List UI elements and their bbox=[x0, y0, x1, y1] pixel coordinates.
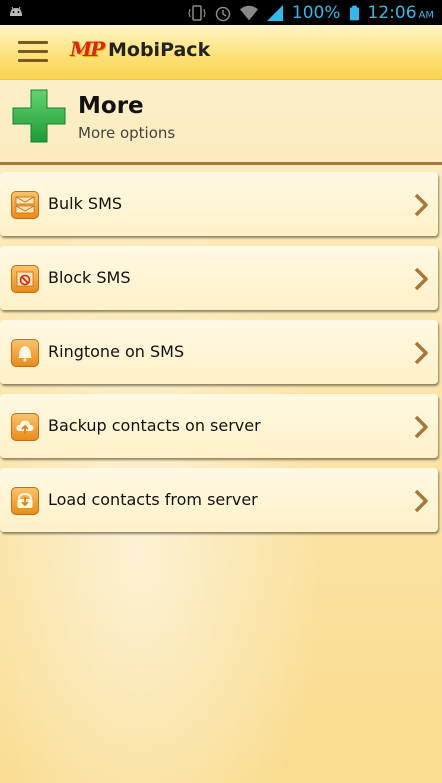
list-item-ringtone-on-sms[interactable]: Ringtone on SMS bbox=[0, 320, 438, 384]
clock: 12:06 AM bbox=[368, 3, 434, 23]
list-item-backup-contacts[interactable]: Backup contacts on server bbox=[0, 394, 438, 458]
chevron-right-icon bbox=[414, 415, 428, 439]
battery-icon bbox=[349, 5, 359, 20]
plus-icon bbox=[12, 89, 66, 143]
vibrate-icon bbox=[188, 4, 206, 21]
clock-time: 12:06 bbox=[367, 2, 417, 23]
list-item-bulk-sms[interactable]: Bulk SMS bbox=[0, 172, 438, 236]
alarm-icon bbox=[215, 6, 231, 21]
hamburger-menu-icon[interactable] bbox=[18, 41, 48, 63]
envelopes-icon bbox=[11, 191, 39, 219]
list-item-label: Ringtone on SMS bbox=[48, 342, 185, 361]
chevron-right-icon bbox=[414, 341, 428, 365]
cloud-upload-icon bbox=[11, 413, 39, 441]
action-bar: MP MobiPack bbox=[0, 25, 442, 80]
cloud-download-icon bbox=[11, 487, 39, 515]
chevron-right-icon bbox=[414, 193, 428, 217]
android-notification-icon bbox=[10, 6, 22, 16]
page-header: More More options bbox=[0, 79, 442, 165]
block-sms-icon bbox=[11, 265, 39, 293]
list-item-label: Load contacts from server bbox=[48, 490, 258, 509]
wifi-icon bbox=[239, 5, 258, 20]
list-item-label: Backup contacts on server bbox=[48, 416, 261, 435]
page-title: More bbox=[78, 93, 144, 119]
signal-icon bbox=[266, 4, 283, 21]
app-title: MobiPack bbox=[108, 39, 211, 61]
bell-icon bbox=[11, 339, 39, 367]
header-divider bbox=[0, 162, 442, 165]
list-item-load-contacts[interactable]: Load contacts from server bbox=[0, 468, 438, 532]
page-subtitle: More options bbox=[78, 124, 176, 142]
clock-suffix: AM bbox=[418, 9, 434, 21]
chevron-right-icon bbox=[414, 267, 428, 291]
list-item-block-sms[interactable]: Block SMS bbox=[0, 246, 438, 310]
mobipack-logo: MP bbox=[70, 37, 105, 61]
options-list: Bulk SMS Block SMS Ringtone on SMS Backu… bbox=[0, 172, 442, 542]
battery-percent: 100% bbox=[291, 2, 341, 23]
chevron-right-icon bbox=[414, 489, 428, 513]
list-item-label: Bulk SMS bbox=[48, 194, 123, 213]
list-item-label: Block SMS bbox=[48, 268, 131, 287]
status-bar: 100% 12:06 AM bbox=[0, 0, 442, 25]
